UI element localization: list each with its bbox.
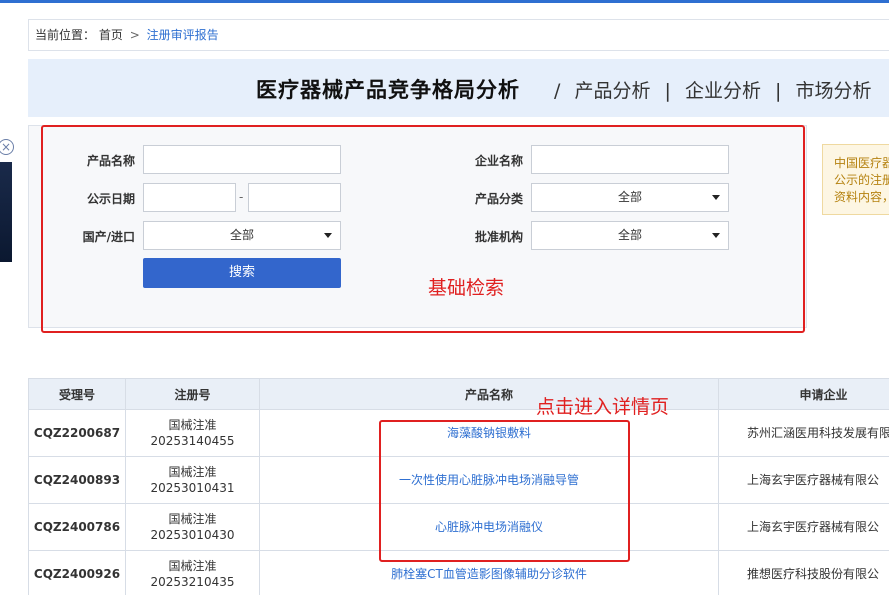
nav-divider: | [775, 80, 782, 102]
reg-number: 20253010430 [150, 528, 235, 542]
notice-line: 资料内容， [834, 190, 889, 204]
accept-no-cell: CQZ2400893 [28, 456, 126, 504]
product-detail-link[interactable]: 肺栓塞CT血管造影图像辅助分诊软件 [391, 567, 587, 581]
breadcrumb: 当前位置： 首页 > 注册审评报告 [28, 19, 889, 51]
nav-company-analysis[interactable]: 企业分析 [685, 80, 761, 102]
reg-number: 20253140455 [150, 434, 235, 448]
accept-no-cell: CQZ2400786 [28, 503, 126, 551]
page-title: 医疗器械产品竞争格局分析 [256, 78, 520, 102]
reg-prefix: 国械注准 [168, 512, 217, 526]
header-reg-no: 注册号 [125, 378, 260, 410]
reg-prefix: 国械注准 [168, 465, 217, 479]
header-company: 申请企业 [718, 378, 889, 410]
breadcrumb-current[interactable]: 注册审评报告 [147, 28, 219, 42]
accept-no-cell: CQZ2400926 [28, 550, 126, 595]
accept-no-cell: CQZ2200687 [28, 409, 126, 457]
chevron-right-icon: > [129, 28, 140, 42]
company-cell: 上海玄宇医疗器械有限公 [718, 503, 889, 551]
basic-search-highlight-box [41, 125, 805, 333]
company-cell: 苏州汇涵医用科技发展有限 [718, 409, 889, 457]
side-ad-image[interactable] [0, 162, 12, 262]
close-icon[interactable]: × [0, 139, 14, 155]
reg-no-cell: 国械注准 20253010430 [125, 503, 260, 551]
reg-prefix: 国械注准 [168, 418, 217, 432]
reg-number: 20253210435 [150, 575, 235, 589]
notice-line: 中国医疗器 [834, 156, 889, 170]
reg-no-cell: 国械注准 20253210435 [125, 550, 260, 595]
nav-product-analysis[interactable]: 产品分析 [574, 80, 650, 102]
reg-number: 20253010431 [150, 481, 235, 495]
nav-separator: / [554, 80, 561, 102]
breadcrumb-home[interactable]: 首页 [99, 28, 123, 42]
reg-prefix: 国械注准 [168, 559, 217, 573]
top-accent-bar [0, 0, 889, 3]
reg-no-cell: 国械注准 20253140455 [125, 409, 260, 457]
company-cell: 上海玄宇医疗器械有限公 [718, 456, 889, 504]
nav-market-analysis[interactable]: 市场分析 [795, 80, 871, 102]
analysis-nav: / 产品分析 | 企业分析 | 市场分析 [554, 76, 872, 103]
table-header-row: 受理号 注册号 产品名称 申请企业 [28, 378, 889, 410]
reg-no-cell: 国械注准 20253010431 [125, 456, 260, 504]
header-accept-no: 受理号 [28, 378, 126, 410]
page-banner: 医疗器械产品竞争格局分析 / 产品分析 | 企业分析 | 市场分析 [28, 59, 889, 117]
notice-line: 公示的注册 [834, 173, 889, 187]
breadcrumb-label: 当前位置： [35, 28, 96, 42]
detail-page-annotation: 点击进入详情页 [536, 396, 670, 418]
detail-link-highlight-box [379, 420, 630, 562]
company-cell: 推想医疗科技股份有限公 [718, 550, 889, 595]
notice-box: 中国医疗器 公示的注册 资料内容， [822, 144, 889, 215]
nav-divider: | [664, 80, 671, 102]
